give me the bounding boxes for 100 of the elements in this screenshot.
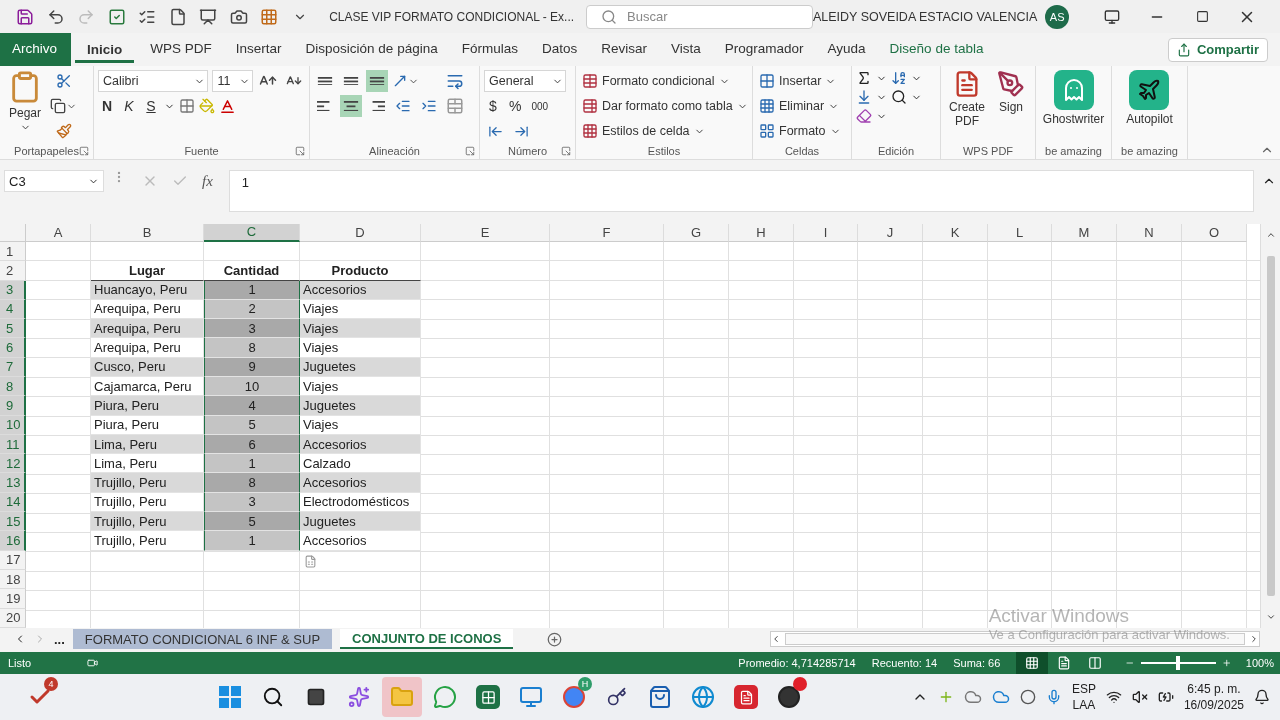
column-header[interactable]: H: [729, 224, 794, 242]
row-header[interactable]: 11: [0, 434, 26, 455]
row-header[interactable]: 10: [0, 415, 26, 435]
row-header[interactable]: 1: [0, 241, 26, 262]
scroll-up-icon[interactable]: [1265, 230, 1276, 240]
menu-tab[interactable]: Diseño de tabla: [877, 33, 996, 66]
row-header[interactable]: 12: [0, 454, 26, 474]
column-header[interactable]: F: [550, 224, 664, 242]
thousands-button[interactable]: 000: [528, 95, 552, 117]
globe-browser-icon[interactable]: [691, 685, 715, 709]
save-icon[interactable]: [16, 7, 35, 26]
column-header[interactable]: O: [1182, 224, 1247, 242]
font-color-icon[interactable]: [219, 97, 236, 115]
styles-menu-button[interactable]: Dar formato como tabla: [580, 95, 750, 117]
dialog-launcher-icon[interactable]: [561, 146, 571, 156]
quick-analysis-icon[interactable]: [304, 554, 317, 568]
page-break-icon[interactable]: [1088, 656, 1103, 670]
column-header[interactable]: D: [300, 224, 421, 242]
chat-app-icon[interactable]: [433, 685, 457, 709]
percent-button[interactable]: %: [506, 95, 525, 117]
clock[interactable]: 6:45 p. m. 16/09/2025: [1183, 681, 1244, 713]
monitor-app-icon[interactable]: [519, 685, 543, 709]
recorder-app-icon[interactable]: [777, 685, 801, 709]
battery-icon[interactable]: [1157, 689, 1174, 705]
cells-menu-button[interactable]: Formato: [757, 120, 843, 142]
start-icon[interactable]: [219, 686, 241, 708]
ribbon-display-icon[interactable]: [1103, 8, 1120, 25]
menu-tab[interactable]: Revisar: [589, 33, 659, 66]
share-button[interactable]: Compartir: [1167, 37, 1268, 62]
row-header[interactable]: 7: [0, 357, 26, 377]
column-header[interactable]: E: [421, 224, 550, 242]
scrollbar-thumb[interactable]: [1266, 256, 1275, 596]
find-icon[interactable]: [891, 89, 907, 105]
borders-icon[interactable]: [179, 98, 195, 114]
slideshow-icon[interactable]: [199, 7, 218, 26]
row-header[interactable]: 16: [0, 531, 26, 551]
fill-down-icon[interactable]: [856, 89, 872, 105]
dialog-launcher-icon[interactable]: [79, 146, 89, 156]
insert-function-button[interactable]: fx: [202, 172, 213, 190]
menu-tab[interactable]: Inicio: [75, 36, 135, 63]
cells-menu-button[interactable]: Insertar: [757, 70, 843, 92]
restore-icon[interactable]: [1195, 10, 1209, 23]
addin-button[interactable]: Ghostwriter: [1038, 70, 1109, 145]
font-name-select[interactable]: Calibri: [98, 70, 209, 92]
undo-icon[interactable]: [46, 7, 65, 26]
notifications-icon[interactable]: [1254, 689, 1270, 705]
decrease-indent-icon[interactable]: [395, 98, 411, 114]
browser-icon[interactable]: [562, 685, 586, 709]
row-header[interactable]: 17: [0, 550, 26, 570]
sheet-tab[interactable]: FORMATO CONDICIONAL 6 INF & SUP: [72, 629, 333, 649]
styles-menu-button[interactable]: Formato condicional: [580, 70, 750, 92]
sign-button[interactable]: Sign: [993, 70, 1029, 145]
checkbox-icon[interactable]: [107, 7, 126, 26]
user-avatar[interactable]: AS: [1045, 4, 1069, 29]
volume-muted-icon[interactable]: [1131, 689, 1148, 705]
row-header[interactable]: 4: [0, 299, 26, 320]
sum-icon[interactable]: [856, 70, 872, 86]
search-icon[interactable]: [262, 686, 284, 708]
dialog-launcher-icon[interactable]: [465, 146, 475, 156]
normal-view-button[interactable]: [1016, 652, 1048, 674]
formula-field[interactable]: 1: [228, 170, 1254, 212]
text-angle-icon[interactable]: [392, 73, 408, 89]
menu-tab[interactable]: Programador: [712, 33, 816, 66]
zoom-in-icon[interactable]: [1222, 657, 1232, 669]
menu-tab[interactable]: Ayuda: [815, 33, 878, 66]
row-header[interactable]: 19: [0, 589, 26, 609]
sparkle-app-icon[interactable]: [348, 686, 370, 708]
align-bottom-button[interactable]: [366, 70, 388, 92]
camera-icon[interactable]: [229, 7, 248, 26]
menu-tab[interactable]: Datos: [529, 33, 590, 66]
number-format-select[interactable]: General: [484, 70, 566, 92]
cells-menu-button[interactable]: Eliminar: [757, 95, 843, 117]
column-header[interactable]: N: [1117, 224, 1182, 242]
scroll-right-icon[interactable]: [1249, 634, 1259, 644]
cloud-sync-icon[interactable]: [991, 688, 1010, 706]
bold-button[interactable]: N: [98, 95, 116, 117]
zoom-slider-thumb[interactable]: [1176, 656, 1181, 670]
cloud-icon[interactable]: [963, 688, 982, 706]
key-app-icon[interactable]: [607, 687, 627, 707]
addin-button[interactable]: Autopilot: [1122, 70, 1177, 145]
sheet-tab[interactable]: CONJUNTO DE ICONOS: [340, 629, 514, 649]
column-header[interactable]: B: [91, 224, 204, 242]
language-indicator[interactable]: ESP LAA: [1071, 681, 1096, 713]
menu-tab[interactable]: WPS PDF: [138, 33, 224, 66]
row-header[interactable]: 20: [0, 608, 26, 628]
eraser-icon[interactable]: [856, 108, 872, 124]
file-tab[interactable]: Archivo: [0, 33, 71, 66]
row-header[interactable]: 8: [0, 377, 26, 397]
column-header[interactable]: M: [1052, 224, 1117, 242]
increase-indent-icon[interactable]: [421, 98, 437, 114]
row-header[interactable]: 14: [0, 492, 26, 513]
cut-icon[interactable]: [55, 73, 72, 89]
scroll-down-icon[interactable]: [1265, 612, 1276, 622]
page-layout-icon[interactable]: [1056, 656, 1071, 670]
sort-filter-icon[interactable]: [891, 70, 907, 86]
horizontal-scrollbar[interactable]: [770, 631, 1260, 647]
paste-button[interactable]: Pegar: [4, 70, 46, 145]
row-header[interactable]: 9: [0, 396, 26, 416]
underline-button[interactable]: S: [142, 95, 160, 117]
menu-tab[interactable]: Vista: [659, 33, 713, 66]
